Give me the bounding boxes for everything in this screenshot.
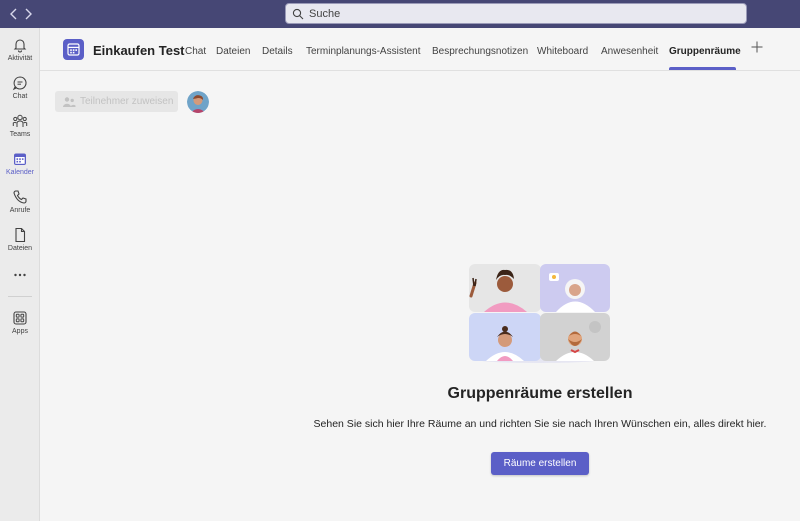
phone-icon <box>13 190 27 204</box>
rail-label-files: Dateien <box>7 245 33 252</box>
tab-whiteboard[interactable]: Whiteboard <box>537 46 588 57</box>
avatar-photo <box>187 91 209 113</box>
search-icon <box>292 8 304 19</box>
teams-icon <box>12 114 28 127</box>
people-icon <box>63 96 76 107</box>
rail-item-chat[interactable]: Chat <box>0 75 40 100</box>
rail-label-calendar: Kalender <box>5 169 35 176</box>
search-placeholder: Suche <box>309 7 341 20</box>
meeting-icon <box>63 39 84 60</box>
tab-meeting-notes[interactable]: Besprechungsnotizen <box>432 46 528 57</box>
forward-button[interactable] <box>20 6 36 22</box>
avatar[interactable] <box>187 91 209 113</box>
rail-item-teams[interactable]: Teams <box>0 113 40 138</box>
rail-divider <box>8 296 32 297</box>
empty-state-title: Gruppenräume erstellen <box>447 385 633 402</box>
rail-item-calls[interactable]: Anrufe <box>0 189 40 214</box>
title-bar: Suche <box>0 0 800 28</box>
chevron-right-icon <box>25 8 32 20</box>
rail-label-teams: Teams <box>9 131 31 138</box>
breakout-rooms-illustration <box>463 263 613 365</box>
plus-icon <box>751 41 763 53</box>
tab-chat[interactable]: Chat <box>185 46 206 57</box>
rail-label-activity: Aktivität <box>7 55 33 62</box>
active-tab-indicator <box>669 67 736 70</box>
tab-scheduling-assistant[interactable]: Terminplanungs-Assistent <box>306 46 421 57</box>
empty-state-description: Sehen Sie sich hier Ihre Räume an und ri… <box>313 418 767 430</box>
create-rooms-button[interactable]: Räume erstellen <box>491 452 589 475</box>
rail-item-calendar[interactable]: Kalender <box>0 151 40 176</box>
meeting-header: Einkaufen Test Chat Dateien Details Term… <box>40 28 800 71</box>
assign-participants-button[interactable]: Teilnehmer zuweisen <box>55 91 178 112</box>
file-icon <box>15 227 26 243</box>
more-icon <box>14 273 26 277</box>
rail-label-calls: Anrufe <box>9 207 31 214</box>
rail-item-apps[interactable]: Apps <box>0 310 40 335</box>
tab-details[interactable]: Details <box>262 46 293 57</box>
tab-attendance[interactable]: Anwesenheit <box>601 46 658 57</box>
rail-item-files[interactable]: Dateien <box>0 227 40 252</box>
app-rail: Aktivität Chat Teams Kalender Anrufe Dat… <box>0 28 40 521</box>
more-apps-button[interactable] <box>0 270 40 280</box>
apps-icon <box>13 311 27 325</box>
add-tab-button[interactable] <box>750 40 764 58</box>
tab-files[interactable]: Dateien <box>216 46 250 57</box>
search-input[interactable]: Suche <box>285 3 747 24</box>
meeting-title: Einkaufen Test <box>93 43 185 58</box>
bell-icon <box>13 39 27 53</box>
tab-breakout-rooms[interactable]: Gruppenräume <box>669 46 741 57</box>
assign-participants-label: Teilnehmer zuweisen <box>80 96 174 107</box>
rail-label-chat: Chat <box>12 93 28 100</box>
calendar-icon <box>67 43 80 56</box>
rail-item-activity[interactable]: Aktivität <box>0 37 40 62</box>
chat-icon <box>12 76 27 91</box>
rail-label-apps: Apps <box>12 328 28 335</box>
calendar-icon <box>14 153 26 165</box>
